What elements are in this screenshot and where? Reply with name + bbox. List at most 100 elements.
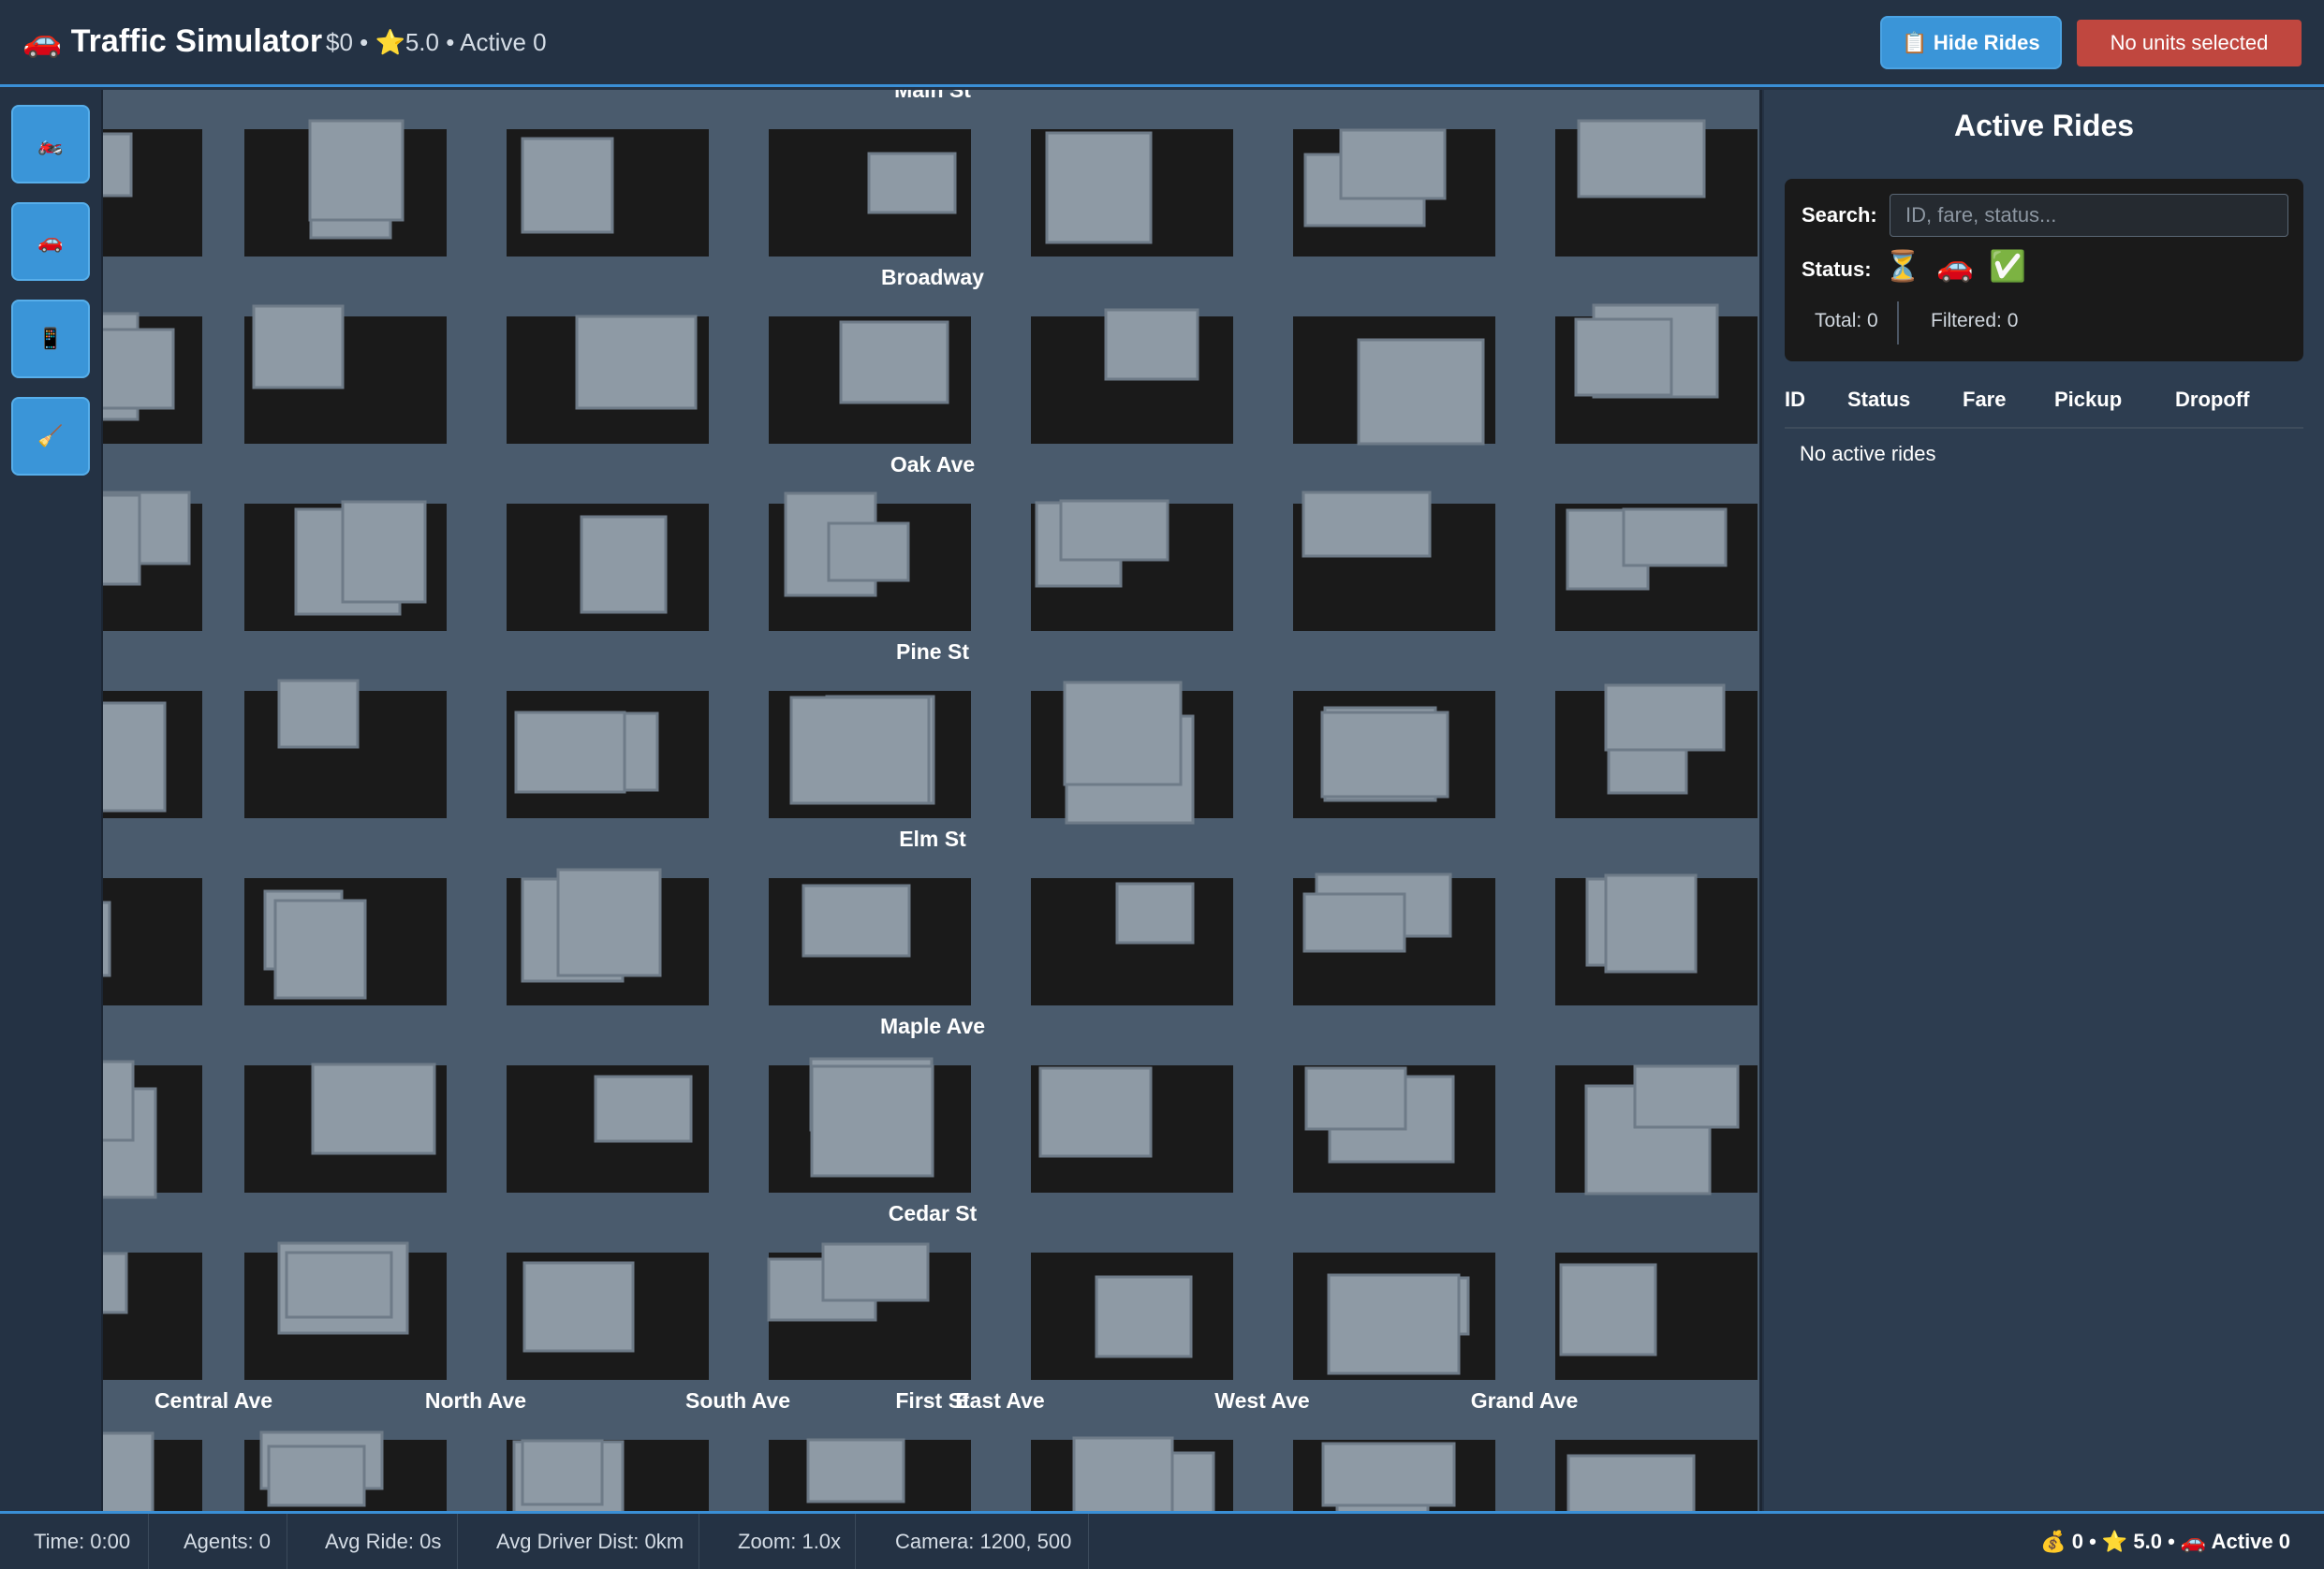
city-block — [103, 878, 202, 1005]
building — [1321, 1442, 1456, 1507]
building — [103, 1060, 135, 1142]
building — [1566, 1454, 1696, 1511]
left-toolbar: 🏍️ 🚗 📱 🧹 — [0, 90, 103, 1511]
app-title: 🚗 Traffic Simulator — [22, 23, 323, 59]
street-label: Central Ave — [154, 1388, 272, 1413]
check-icon[interactable]: ✅ — [1989, 248, 2026, 284]
building — [1633, 1064, 1740, 1129]
column-pickup[interactable]: Pickup — [2054, 388, 2122, 412]
building — [103, 1431, 154, 1511]
car-icon[interactable]: 🚗 — [1936, 248, 1974, 284]
city-map[interactable]: Main St Broadway Oak Ave Pine St Elm St Maple… — [103, 90, 1762, 1511]
building — [1339, 128, 1447, 200]
building — [514, 711, 626, 794]
building — [1045, 131, 1153, 244]
building — [311, 1063, 436, 1155]
status-camera: Camera: 1200, 500 — [895, 1514, 1089, 1569]
phone-icon: 📱 — [37, 327, 64, 350]
column-id[interactable]: ID — [1785, 388, 1805, 412]
status-avg-driver-dist: Avg Driver Dist: 0km — [496, 1514, 699, 1569]
clear-button[interactable]: 🧹 — [11, 397, 90, 476]
building — [1327, 1273, 1461, 1375]
building — [252, 304, 345, 389]
building — [1574, 317, 1673, 397]
broom-icon: 🧹 — [37, 424, 64, 447]
building — [285, 1251, 393, 1319]
car-icon: 🚗 — [37, 229, 64, 253]
street-label: Pine St — [896, 639, 969, 664]
column-fare[interactable]: Fare — [1963, 388, 2006, 412]
street-label: West Ave — [1214, 1388, 1309, 1413]
motorcycle-icon: 🏍️ — [37, 132, 64, 155]
building — [867, 152, 957, 214]
status-avg-ride: Avg Ride: 0s — [325, 1514, 458, 1569]
street-label: Broadway — [881, 265, 984, 289]
column-dropoff[interactable]: Dropoff — [2175, 388, 2249, 412]
street-label: Maple Ave — [880, 1014, 985, 1038]
total-count: Total: 0 — [1815, 310, 1878, 331]
street-label: Cedar St — [889, 1201, 978, 1225]
building — [103, 132, 133, 198]
building — [103, 328, 175, 410]
status-label: Status: — [1802, 257, 1872, 281]
request-ride-button[interactable]: 📱 — [11, 300, 90, 378]
building — [810, 1064, 934, 1178]
panel-title: Active Rides — [1953, 109, 2135, 142]
building — [1304, 1066, 1407, 1131]
building — [1063, 681, 1183, 786]
hide-rides-button[interactable]: 📋 Hide Rides — [1880, 16, 2062, 69]
building — [1302, 491, 1432, 558]
building — [575, 315, 698, 410]
building — [103, 701, 167, 813]
building — [1059, 499, 1169, 562]
search-label: Search: — [1802, 203, 1877, 227]
filter-box: Search: Status: ⏳ 🚗 ✅ Total: 0 Filtered:… — [1785, 179, 2303, 361]
search-input[interactable] — [1890, 194, 2288, 237]
status-bar: Time: 0:00 Agents: 0 Avg Ride: 0s Avg Dr… — [0, 1511, 2324, 1569]
status-time: Time: 0:00 — [34, 1514, 149, 1569]
building — [1357, 338, 1485, 446]
status-summary: 💰 0 • ⭐ 5.0 • 🚗 Active 0 — [2040, 1529, 2290, 1553]
top-header: 🚗 Traffic Simulator $0 • ⭐5.0 • Active 0… — [0, 0, 2324, 87]
street-label: South Ave — [685, 1388, 790, 1413]
building — [839, 320, 949, 404]
building — [1115, 882, 1195, 945]
building — [789, 696, 931, 805]
building — [521, 1439, 604, 1506]
building — [103, 901, 111, 977]
building — [522, 1261, 635, 1353]
map-canvas[interactable]: Main St Broadway Oak Ave Pine St Elm St Maple… — [103, 90, 1762, 1511]
building — [821, 1242, 930, 1302]
street-label: Main St — [894, 90, 971, 102]
spawn-car-button[interactable]: 🚗 — [11, 202, 90, 281]
building — [1320, 711, 1449, 799]
building — [1072, 1436, 1174, 1511]
building — [1604, 683, 1726, 752]
hourglass-icon[interactable]: ⏳ — [1884, 248, 1921, 284]
building — [341, 500, 427, 604]
building — [103, 1252, 128, 1314]
building — [594, 1075, 693, 1143]
building — [521, 137, 614, 234]
building — [308, 119, 404, 222]
building — [103, 493, 141, 586]
building — [1577, 119, 1706, 198]
empty-rides-message: No active rides — [1800, 442, 1936, 465]
building — [802, 884, 911, 958]
units-selected-button[interactable]: No units selected — [2077, 20, 2302, 66]
status-agents: Agents: 0 — [184, 1514, 287, 1569]
divider — [1897, 301, 1899, 345]
building — [1559, 1263, 1657, 1356]
filtered-count: Filtered: 0 — [1931, 310, 2019, 331]
building — [1604, 873, 1698, 974]
building — [806, 1438, 905, 1503]
column-status[interactable]: Status — [1847, 388, 1910, 412]
spawn-motorcycle-button[interactable]: 🏍️ — [11, 105, 90, 183]
building — [277, 679, 360, 749]
building — [1622, 507, 1728, 567]
building — [1104, 308, 1199, 381]
street-label: East Ave — [955, 1388, 1044, 1413]
active-rides-panel: Active Rides Search: Status: ⏳ 🚗 ✅ Total… — [1764, 90, 2324, 1511]
building — [827, 521, 910, 582]
street-label: North Ave — [425, 1388, 526, 1413]
